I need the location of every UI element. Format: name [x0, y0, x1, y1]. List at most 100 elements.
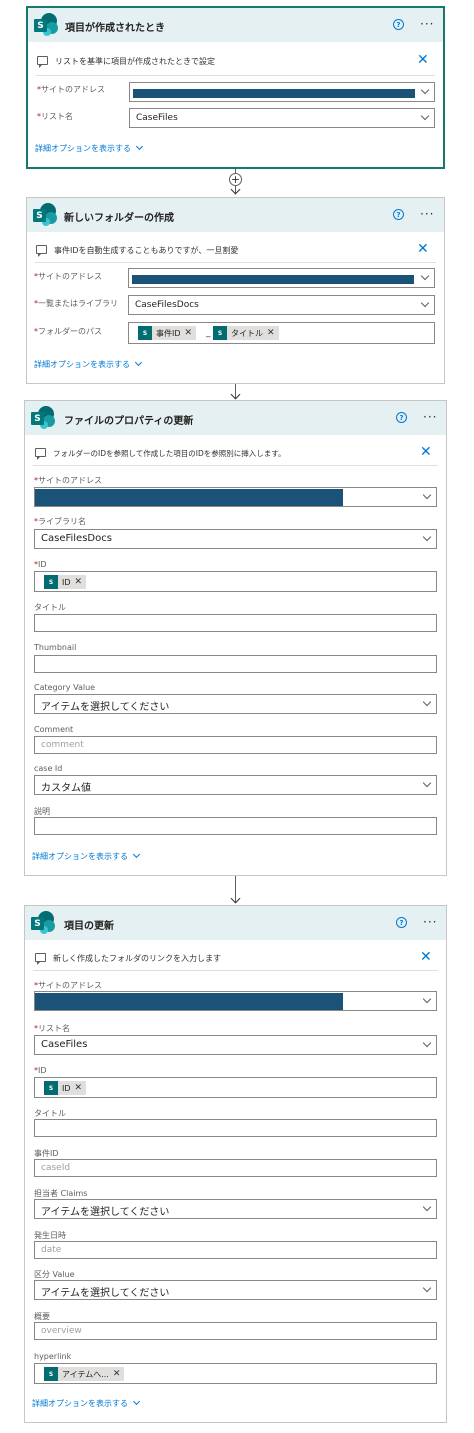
- library-label: *ライブラリ名: [34, 517, 86, 526]
- chevron-down-icon: [422, 490, 432, 500]
- folder-path-input[interactable]: S 事件ID ✕ _ S タイトル ✕: [128, 322, 435, 344]
- card-header[interactable]: S 項目が作成されたとき ? ···: [28, 8, 443, 42]
- comment-icon: [35, 448, 46, 460]
- card-comment[interactable]: 事件IDを自動生成することもありですが、一旦割愛: [54, 245, 238, 256]
- category-label: Category Value: [34, 683, 96, 692]
- list-name-dropdown[interactable]: CaseFiles: [129, 108, 435, 128]
- title-input[interactable]: [34, 614, 437, 632]
- case-id-input[interactable]: caseId: [34, 1159, 437, 1177]
- title-label: タイトル: [34, 603, 66, 612]
- remove-token-icon[interactable]: ✕: [75, 577, 83, 587]
- comment-input[interactable]: comment: [34, 736, 437, 754]
- card-title: 項目が作成されたとき: [65, 23, 165, 34]
- overview-input[interactable]: overview: [34, 1322, 437, 1340]
- remove-token-icon[interactable]: ✕: [267, 328, 275, 338]
- category-dropdown[interactable]: アイテムを選択してください: [34, 694, 437, 714]
- card-title: 項目の更新: [64, 921, 114, 932]
- dynamic-token-item-link[interactable]: S アイテムへ... ✕: [44, 1367, 125, 1381]
- show-advanced-options-link[interactable]: 詳細オプションを表示する: [32, 850, 141, 862]
- thumbnail-input[interactable]: [34, 655, 437, 673]
- show-advanced-options-link[interactable]: 詳細オプションを表示する: [32, 1397, 141, 1409]
- more-options-icon[interactable]: ···: [423, 916, 437, 928]
- site-address-dropdown[interactable]: [128, 268, 435, 288]
- chevron-down-icon: [132, 1397, 141, 1406]
- trigger-card-item-created[interactable]: S 項目が作成されたとき ? ··· リストを基準に項目が作成されたときで設定 …: [26, 6, 445, 169]
- category-dropdown[interactable]: アイテムを選択してください: [34, 1280, 437, 1300]
- action-card-update-item[interactable]: S 項目の更新 ? ··· 新しく作成したフォルダのリンクを入力します ✕ *サ…: [24, 905, 447, 1423]
- library-value: CaseFilesDocs: [135, 300, 199, 310]
- id-input[interactable]: S ID ✕: [34, 1077, 437, 1098]
- dynamic-token-case-id[interactable]: S 事件ID ✕: [138, 326, 197, 340]
- category-label: 区分 Value: [34, 1270, 75, 1279]
- arrow-down-icon: [230, 389, 241, 400]
- hyperlink-input[interactable]: S アイテムへ... ✕: [34, 1363, 437, 1384]
- list-name-label: *リスト名: [34, 1024, 70, 1033]
- chevron-down-icon: [422, 697, 432, 707]
- card-comment[interactable]: フォルダーのIDを参照して作成した項目のIDを参照別に挿入します。: [53, 448, 286, 459]
- card-comment[interactable]: 新しく作成したフォルダのリンクを入力します: [53, 953, 221, 964]
- list-name-value: CaseFiles: [136, 113, 178, 123]
- more-options-icon[interactable]: ···: [420, 208, 434, 220]
- assignee-dropdown[interactable]: アイテムを選択してください: [34, 1199, 437, 1219]
- library-dropdown[interactable]: CaseFilesDocs: [128, 295, 435, 315]
- chevron-down-icon: [422, 1038, 432, 1048]
- token-label: ID: [62, 1083, 71, 1093]
- redacted-value: [35, 993, 343, 1010]
- remove-token-icon[interactable]: ✕: [113, 1369, 121, 1379]
- assignee-label: 担当者 Claims: [34, 1189, 88, 1198]
- help-icon[interactable]: ?: [396, 917, 407, 928]
- close-comment-icon[interactable]: ✕: [420, 950, 432, 964]
- case-id-label: 事件ID: [34, 1149, 59, 1158]
- library-dropdown[interactable]: CaseFilesDocs: [34, 529, 437, 549]
- chevron-down-icon: [134, 358, 143, 367]
- more-options-icon[interactable]: ···: [423, 411, 437, 423]
- sharepoint-icon: S: [44, 1367, 58, 1381]
- more-options-icon[interactable]: ···: [420, 18, 434, 30]
- action-card-create-folder[interactable]: S 新しいフォルダーの作成 ? ··· 事件IDを自動生成することもありですが、…: [26, 197, 445, 384]
- description-input[interactable]: [34, 817, 437, 835]
- token-label: アイテムへ...: [62, 1369, 109, 1379]
- close-comment-icon[interactable]: ✕: [417, 53, 429, 67]
- case-id-placeholder: caseId: [41, 1163, 71, 1173]
- site-address-label: *サイトのアドレス: [34, 476, 102, 485]
- card-title: ファイルのプロパティの更新: [64, 416, 194, 427]
- help-icon[interactable]: ?: [396, 412, 407, 423]
- date-input[interactable]: date: [34, 1241, 437, 1259]
- card-header[interactable]: S 新しいフォルダーの作成 ? ···: [27, 198, 444, 232]
- close-comment-icon[interactable]: ✕: [417, 242, 429, 256]
- close-comment-icon[interactable]: ✕: [420, 445, 432, 459]
- site-address-dropdown[interactable]: [34, 991, 437, 1011]
- dynamic-token-title[interactable]: S タイトル ✕: [213, 326, 279, 340]
- card-header[interactable]: S 項目の更新 ? ···: [25, 906, 446, 940]
- remove-token-icon[interactable]: ✕: [185, 328, 193, 338]
- dynamic-token-id[interactable]: S ID ✕: [44, 575, 87, 589]
- chevron-down-icon: [422, 1283, 432, 1293]
- arrow-down-icon: [230, 184, 241, 195]
- dynamic-token-id[interactable]: S ID ✕: [44, 1081, 87, 1095]
- divider: [36, 75, 435, 76]
- help-icon[interactable]: ?: [393, 209, 404, 220]
- id-input[interactable]: S ID ✕: [34, 571, 437, 592]
- site-address-dropdown[interactable]: [34, 487, 437, 507]
- token-label: 事件ID: [156, 328, 181, 338]
- title-input[interactable]: [34, 1119, 437, 1137]
- comment-icon: [37, 56, 48, 68]
- card-header[interactable]: S ファイルのプロパティの更新 ? ···: [25, 401, 446, 435]
- overview-placeholder: overview: [41, 1326, 82, 1336]
- remove-token-icon[interactable]: ✕: [75, 1083, 83, 1093]
- description-label: 説明: [34, 807, 50, 816]
- show-advanced-options-link[interactable]: 詳細オプションを表示する: [35, 142, 144, 154]
- sharepoint-icon: S: [34, 13, 58, 37]
- show-advanced-options-link[interactable]: 詳細オプションを表示する: [34, 358, 143, 370]
- sharepoint-icon: S: [213, 326, 227, 340]
- divider: [35, 262, 436, 263]
- comment-label: Comment: [34, 725, 74, 734]
- comment-placeholder: comment: [41, 740, 84, 750]
- list-name-dropdown[interactable]: CaseFiles: [34, 1035, 437, 1055]
- site-address-dropdown[interactable]: [129, 82, 435, 102]
- action-card-update-file-properties[interactable]: S ファイルのプロパティの更新 ? ··· フォルダーのIDを参照して作成した項…: [24, 400, 447, 876]
- sharepoint-icon: S: [31, 911, 55, 935]
- help-icon[interactable]: ?: [393, 19, 404, 30]
- case-id-dropdown[interactable]: カスタム値: [34, 775, 437, 795]
- card-comment[interactable]: リストを基準に項目が作成されたときで設定: [55, 56, 215, 67]
